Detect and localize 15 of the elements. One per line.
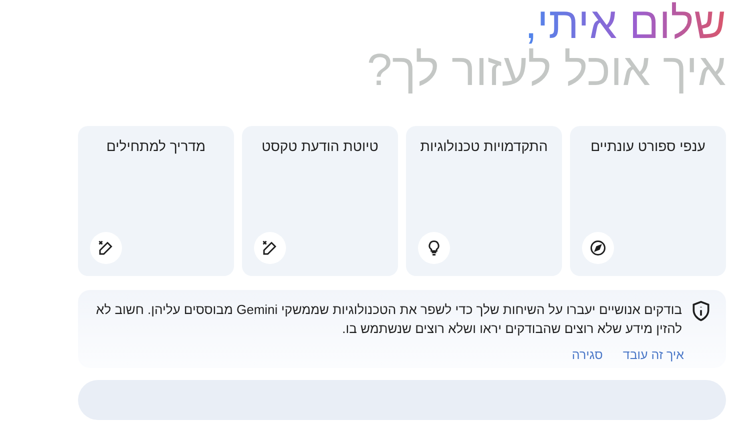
notice-text: בודקים אנושיים יעברו על השיחות שלך כדי לשפר את הטכנולוגיות שממשקי Gemini מבוססים עליהן. חשוב לא להזין מידע שלא רוצים שהבודקים יראו ושלא רוצים שנשתמש בו. bbox=[95, 301, 682, 338]
card-label: טיוטת הודעת טקסט bbox=[260, 138, 380, 154]
shield-info-icon bbox=[690, 300, 712, 322]
card-label: ענפי ספורט עונתיים bbox=[590, 138, 706, 154]
suggestion-card[interactable]: ענפי ספורט עונתיים bbox=[570, 126, 726, 276]
notice-link[interactable]: סגירה bbox=[572, 348, 603, 362]
card-label: מדריך למתחילים bbox=[105, 138, 207, 154]
card-label: התקדמויות טכנולוגיות bbox=[419, 138, 549, 154]
pen-sparkle-icon bbox=[261, 239, 279, 257]
notice-link[interactable]: איך זה עובד bbox=[622, 348, 684, 362]
compass-icon bbox=[589, 239, 607, 257]
suggestion-card[interactable]: מדריך למתחילים bbox=[78, 126, 234, 276]
suggestion-card[interactable]: טיוטת הודעת טקסט bbox=[242, 126, 398, 276]
pen-sparkle-icon bbox=[97, 239, 115, 257]
suggestion-card[interactable]: התקדמויות טכנולוגיות bbox=[406, 126, 562, 276]
